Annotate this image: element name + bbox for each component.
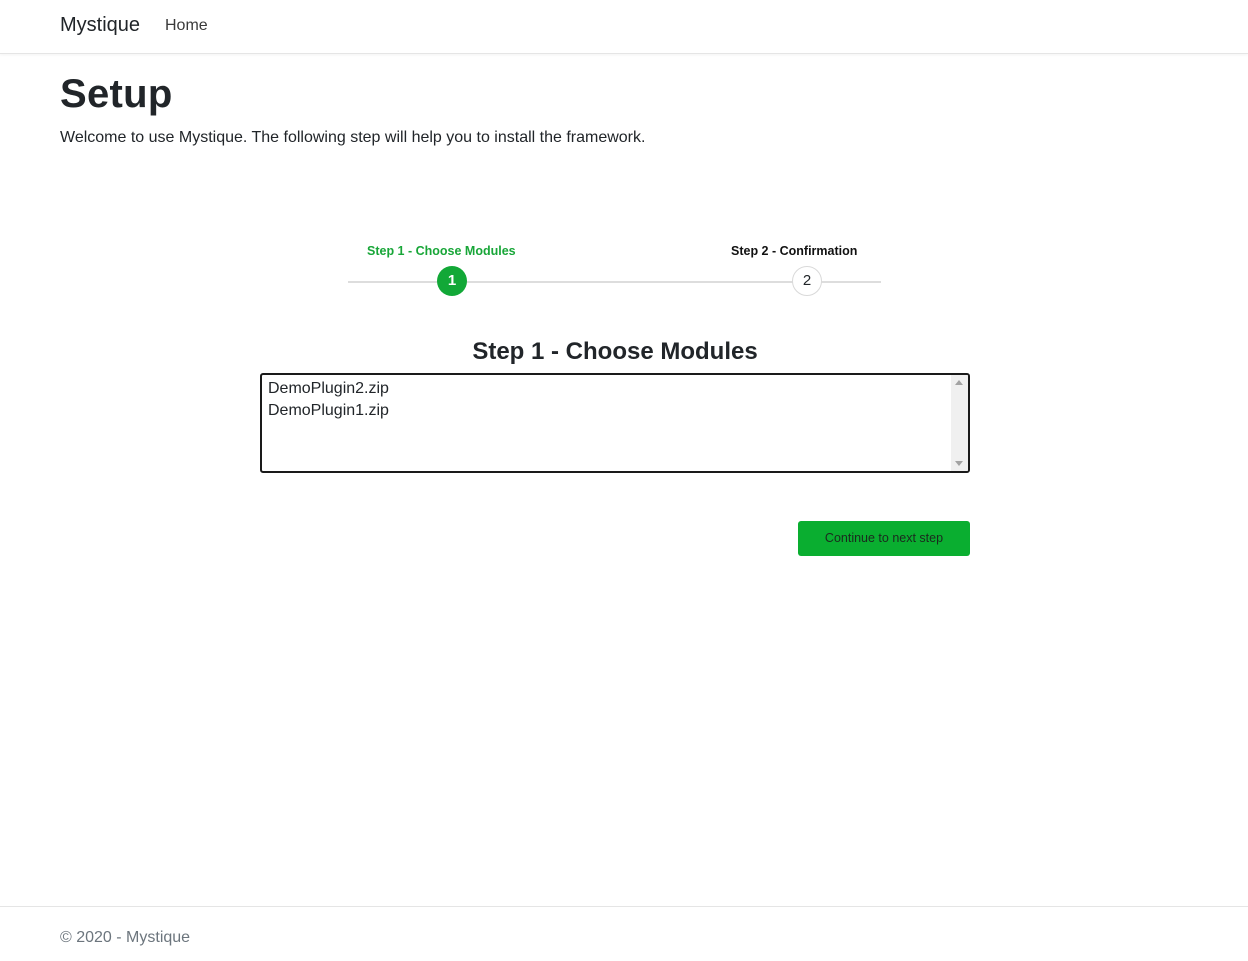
list-item[interactable]: DemoPlugin2.zip <box>268 380 389 398</box>
module-listbox[interactable]: DemoPlugin2.zip DemoPlugin1.zip <box>260 373 970 473</box>
intro-text: Welcome to use Mystique. The following s… <box>60 129 646 146</box>
step-2-circle[interactable]: 2 <box>792 266 822 296</box>
footer-text: © 2020 - Mystique <box>60 929 191 946</box>
scrollbar[interactable] <box>951 375 968 471</box>
step-2-label: Step 2 - Confirmation <box>731 244 858 258</box>
list-item[interactable]: DemoPlugin1.zip <box>268 402 389 420</box>
scroll-up-arrow-icon[interactable] <box>955 380 963 385</box>
continue-button[interactable]: Continue to next step <box>798 521 970 556</box>
section-title: Step 1 - Choose Modules <box>472 338 758 365</box>
step-1-label: Step 1 - Choose Modules <box>367 244 516 258</box>
brand-link[interactable]: Mystique <box>60 14 140 37</box>
step-1-circle[interactable]: 1 <box>437 266 467 296</box>
page-title: Setup <box>60 72 173 116</box>
footer: © 2020 - Mystique <box>0 906 1248 961</box>
nav-link-home[interactable]: Home <box>165 17 208 35</box>
navbar: Mystique Home <box>0 0 1248 54</box>
scroll-down-arrow-icon[interactable] <box>955 461 963 466</box>
stepper: Step 1 - Choose Modules Step 2 - Confirm… <box>348 240 881 300</box>
